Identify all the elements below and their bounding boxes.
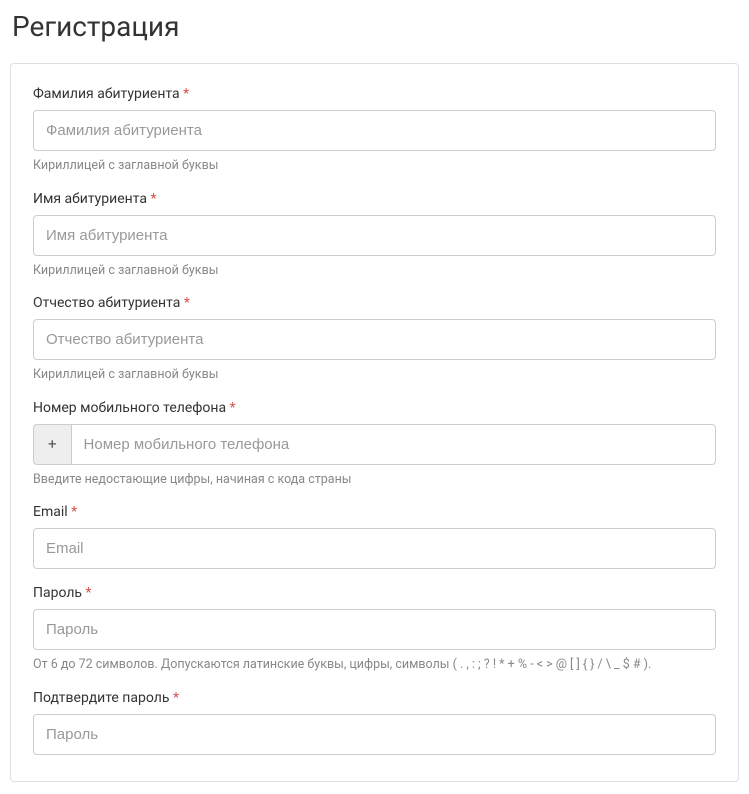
lastname-help: Кириллицей с заглавной буквы [33, 157, 716, 175]
patronymic-help: Кириллицей с заглавной буквы [33, 366, 716, 384]
required-mark: * [150, 191, 156, 207]
email-label: Email * [33, 504, 716, 520]
firstname-label-text: Имя абитуриента [33, 191, 147, 207]
patronymic-input[interactable] [33, 319, 716, 360]
email-label-text: Email [33, 504, 68, 520]
email-group: Email * [33, 504, 716, 569]
phone-group: Номер мобильного телефона * + Введите не… [33, 400, 716, 489]
password-confirm-input[interactable] [33, 714, 716, 755]
password-label: Пароль * [33, 585, 716, 601]
required-mark: * [71, 504, 77, 520]
required-mark: * [183, 86, 189, 102]
patronymic-group: Отчество абитуриента * Кириллицей с загл… [33, 295, 716, 384]
lastname-label-text: Фамилия абитуриента [33, 86, 180, 102]
password-confirm-label-text: Подтвердите пароль [33, 690, 169, 706]
password-help: От 6 до 72 символов. Допускаются латинск… [33, 656, 716, 674]
password-group: Пароль * От 6 до 72 символов. Допускаютс… [33, 585, 716, 674]
phone-label: Номер мобильного телефона * [33, 400, 716, 416]
phone-label-text: Номер мобильного телефона [33, 400, 226, 416]
required-mark: * [184, 295, 190, 311]
password-input[interactable] [33, 609, 716, 650]
firstname-group: Имя абитуриента * Кириллицей с заглавной… [33, 191, 716, 280]
patronymic-label-text: Отчество абитуриента [33, 295, 180, 311]
password-confirm-label: Подтвердите пароль * [33, 690, 716, 706]
password-label-text: Пароль [33, 585, 82, 601]
firstname-label: Имя абитуриента * [33, 191, 716, 207]
email-input[interactable] [33, 528, 716, 569]
page-title: Регистрация [10, 10, 739, 43]
lastname-input[interactable] [33, 110, 716, 151]
password-confirm-group: Подтвердите пароль * [33, 690, 716, 755]
firstname-help: Кириллицей с заглавной буквы [33, 262, 716, 280]
firstname-input[interactable] [33, 215, 716, 256]
phone-input[interactable] [71, 424, 716, 465]
registration-form: Фамилия абитуриента * Кириллицей с загла… [10, 63, 739, 782]
phone-input-group: + [33, 424, 716, 465]
required-mark: * [86, 585, 92, 601]
lastname-group: Фамилия абитуриента * Кириллицей с загла… [33, 86, 716, 175]
lastname-label: Фамилия абитуриента * [33, 86, 716, 102]
phone-help: Введите недостающие цифры, начиная с код… [33, 471, 716, 489]
required-mark: * [173, 690, 179, 706]
required-mark: * [230, 400, 236, 416]
phone-prefix: + [33, 424, 71, 465]
patronymic-label: Отчество абитуриента * [33, 295, 716, 311]
